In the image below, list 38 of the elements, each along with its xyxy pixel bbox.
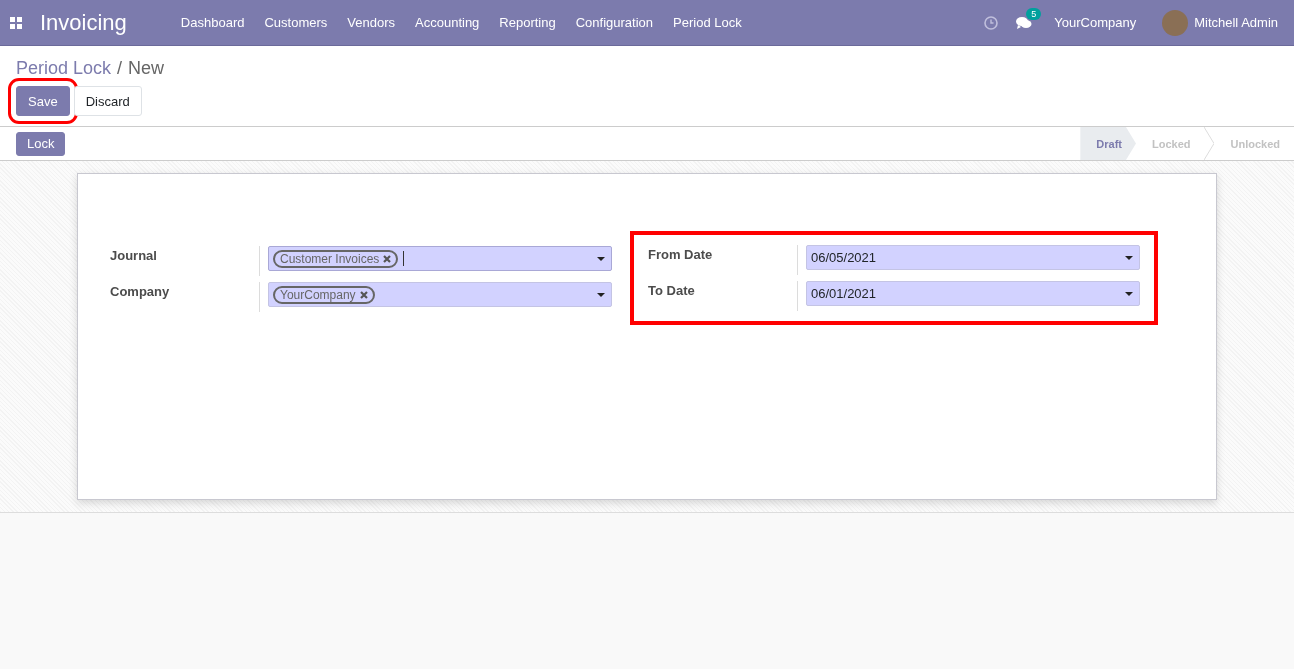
menu-item[interactable]: Reporting bbox=[489, 15, 566, 30]
menu-item[interactable]: Dashboard bbox=[170, 15, 255, 30]
status-stage[interactable]: Draft bbox=[1080, 127, 1136, 160]
apps-grid-icon[interactable] bbox=[10, 16, 22, 29]
user-menu[interactable]: Mitchell Admin bbox=[1194, 15, 1278, 30]
app-title[interactable]: Invoicing bbox=[40, 9, 127, 36]
company-switcher[interactable]: YourCompany bbox=[1054, 15, 1137, 30]
remove-icon[interactable] bbox=[383, 254, 392, 263]
chat-icon[interactable] bbox=[1016, 15, 1033, 30]
message-count-badge: 5 bbox=[1026, 7, 1042, 20]
date-value: 06/01/2021 bbox=[811, 286, 878, 301]
menu-item[interactable]: Configuration bbox=[565, 15, 664, 30]
discard-button[interactable]: Discard bbox=[73, 86, 142, 116]
dropdown-caret-icon[interactable] bbox=[1125, 291, 1133, 296]
menu-item[interactable]: Customers bbox=[254, 15, 338, 30]
dropdown-caret-icon[interactable] bbox=[597, 256, 605, 261]
tag-select-field[interactable]: YourCompany bbox=[268, 282, 612, 307]
lock-button[interactable]: Lock bbox=[16, 131, 66, 156]
menu-item[interactable]: Period Lock bbox=[663, 15, 752, 30]
remove-icon[interactable] bbox=[359, 290, 368, 299]
tag-label: Customer Invoices bbox=[280, 251, 380, 266]
field-label: Journal bbox=[110, 246, 260, 276]
field-label: From Date bbox=[648, 245, 798, 275]
breadcrumb-current: New bbox=[128, 58, 165, 79]
dropdown-caret-icon[interactable] bbox=[597, 292, 605, 297]
field-label: Company bbox=[110, 282, 260, 312]
date-field[interactable]: 06/01/2021 bbox=[806, 281, 1140, 306]
date-field[interactable]: 06/05/2021 bbox=[806, 245, 1140, 270]
breadcrumb-separator: / bbox=[117, 58, 123, 79]
tag-select-field[interactable]: Customer Invoices bbox=[268, 246, 612, 271]
text-cursor bbox=[403, 251, 405, 266]
field-label: To Date bbox=[648, 281, 798, 311]
dropdown-caret-icon[interactable] bbox=[1125, 255, 1133, 260]
date-value: 06/05/2021 bbox=[811, 250, 878, 265]
tag-label: YourCompany bbox=[280, 287, 356, 302]
menu-item[interactable]: Vendors bbox=[337, 15, 405, 30]
breadcrumb-link[interactable]: Period Lock bbox=[16, 58, 112, 79]
menu-item[interactable]: Accounting bbox=[405, 15, 490, 30]
